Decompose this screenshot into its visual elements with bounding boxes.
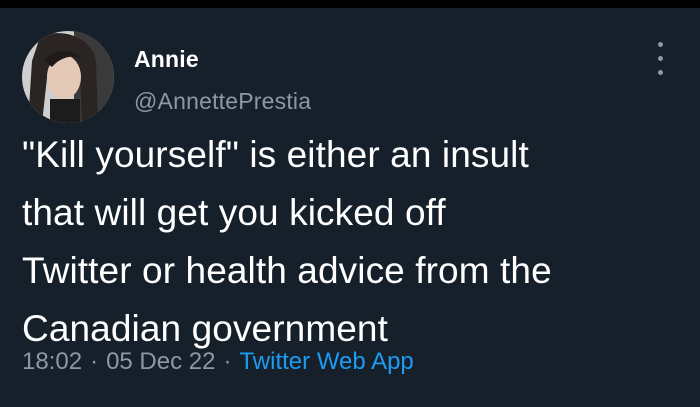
more-vertical-icon-dot <box>658 70 663 75</box>
tweet-text-line: that will get you kicked off <box>22 192 446 233</box>
tweet-text-line: Twitter or health advice from the <box>22 250 552 291</box>
more-vertical-icon <box>658 42 663 47</box>
avatar-image <box>22 31 114 123</box>
avatar[interactable] <box>22 31 114 123</box>
more-options-button[interactable] <box>648 38 674 82</box>
tweet-card: Annie @AnnettePrestia "Kill yourself" is… <box>0 8 700 407</box>
display-name[interactable]: Annie <box>134 46 199 73</box>
tweet-source-link[interactable]: Twitter Web App <box>239 348 413 375</box>
meta-separator: · <box>90 348 99 375</box>
tweet-text-line: "Kill yourself" is either an insult <box>22 134 529 175</box>
top-strip <box>0 0 700 8</box>
user-handle[interactable]: @AnnettePrestia <box>134 88 311 115</box>
tweet-meta: 18:02 · 05 Dec 22 · Twitter Web App <box>22 348 414 376</box>
tweet-time[interactable]: 18:02 <box>22 348 82 375</box>
tweet-text: "Kill yourself" is either an insult that… <box>22 126 672 358</box>
tweet-date[interactable]: 05 Dec 22 <box>106 348 215 375</box>
more-vertical-icon-dot <box>658 56 663 61</box>
meta-separator: · <box>223 348 232 375</box>
